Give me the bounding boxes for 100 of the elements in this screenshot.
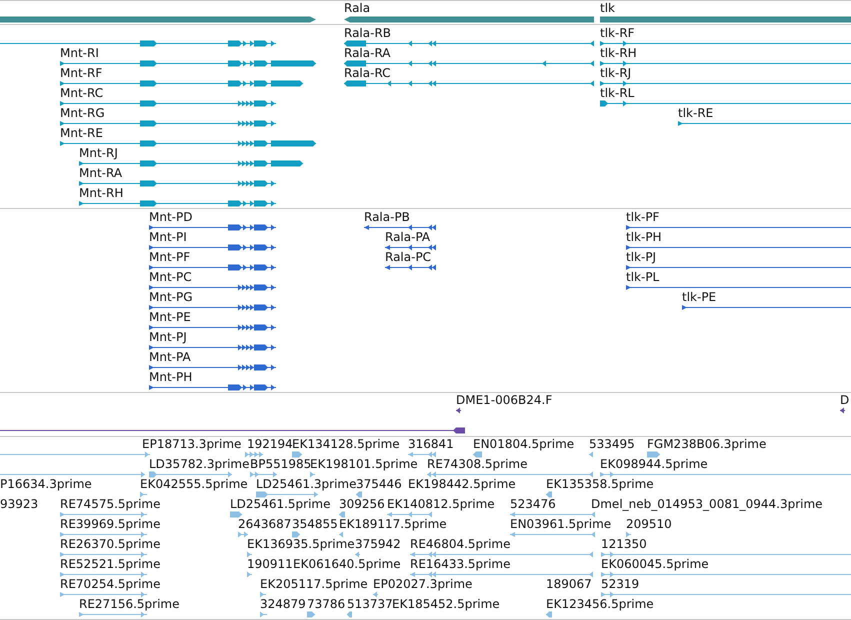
est-alignment[interactable] (60, 591, 147, 598)
transcript-model[interactable] (344, 40, 594, 47)
est-alignment[interactable] (387, 511, 432, 518)
est-alignment[interactable] (149, 471, 232, 478)
est-alignment[interactable] (339, 531, 343, 538)
est-alignment[interactable] (600, 471, 851, 478)
est-label: 73786 (307, 597, 346, 611)
protein-model[interactable] (682, 304, 851, 311)
transcript-model[interactable] (60, 120, 276, 127)
est-alignment[interactable] (339, 511, 345, 518)
est-alignment[interactable] (546, 611, 552, 618)
est-alignment[interactable] (601, 591, 851, 598)
gene-bar[interactable] (344, 16, 594, 23)
est-alignment[interactable] (60, 571, 147, 578)
est-label: EK135358.5prime (546, 477, 654, 491)
protein-model[interactable] (149, 344, 276, 351)
protein-model[interactable] (626, 284, 851, 291)
protein-model[interactable] (149, 284, 276, 291)
transcript-model[interactable] (600, 60, 851, 67)
est-alignment[interactable] (410, 551, 593, 558)
transcript-model[interactable] (79, 180, 276, 187)
est-alignment[interactable] (0, 471, 145, 478)
est-alignment[interactable] (60, 551, 147, 558)
protein-model[interactable] (626, 244, 851, 251)
est-label: RE74308.5prime (427, 457, 528, 471)
clone-alignment[interactable] (840, 407, 845, 414)
est-alignment[interactable] (626, 531, 631, 538)
transcript-model[interactable] (600, 100, 851, 107)
est-alignment[interactable] (355, 551, 360, 558)
est-alignment[interactable] (60, 511, 147, 518)
est-alignment[interactable] (260, 591, 266, 598)
est-alignment[interactable] (473, 451, 482, 458)
protein-model[interactable] (149, 304, 276, 311)
est-alignment[interactable] (589, 451, 593, 458)
est-alignment[interactable] (410, 571, 593, 578)
est-alignment[interactable] (347, 611, 352, 618)
est-alignment[interactable] (250, 471, 277, 478)
transcript-model[interactable] (344, 80, 594, 87)
protein-model[interactable] (149, 364, 276, 371)
clone-alignment[interactable] (0, 427, 465, 434)
transcript-model[interactable] (60, 100, 276, 107)
est-alignment[interactable] (601, 571, 851, 578)
transcript-model[interactable] (60, 140, 316, 147)
est-label: EK123456.5prime (546, 597, 654, 611)
est-alignment[interactable] (546, 491, 552, 498)
est-alignment[interactable] (260, 611, 267, 618)
clone-alignment[interactable] (456, 407, 461, 414)
protein-label: tlk-PL (626, 270, 660, 284)
protein-model[interactable] (149, 384, 276, 391)
est-alignment[interactable] (247, 551, 252, 558)
protein-model[interactable] (385, 244, 436, 251)
transcript-model[interactable] (79, 200, 276, 207)
transcript-model[interactable] (79, 160, 303, 167)
transcript-model[interactable] (60, 80, 303, 87)
est-alignment[interactable] (256, 491, 318, 498)
transcript-model[interactable] (600, 40, 851, 47)
est-alignment[interactable] (307, 611, 315, 618)
est-label: BP551985 (250, 457, 312, 471)
est-alignment[interactable] (510, 511, 595, 518)
est-alignment[interactable] (647, 451, 660, 458)
protein-label: Mnt-PG (149, 290, 193, 304)
transcript-model[interactable] (344, 60, 594, 67)
transcript-model[interactable] (678, 120, 851, 127)
protein-model[interactable] (385, 264, 436, 271)
transcript-model[interactable] (60, 60, 316, 67)
protein-model[interactable] (626, 224, 851, 231)
est-label: EK198442.5prime (408, 477, 516, 491)
est-alignment[interactable] (601, 551, 851, 558)
gene-bar[interactable] (0, 16, 316, 23)
est-alignment[interactable] (247, 571, 252, 578)
est-alignment[interactable] (0, 451, 150, 458)
gene-bar[interactable] (600, 16, 851, 23)
est-label: 52319 (601, 577, 640, 591)
est-alignment[interactable] (292, 451, 302, 458)
est-alignment[interactable] (140, 491, 147, 498)
est-alignment[interactable] (79, 611, 147, 618)
est-alignment[interactable] (60, 531, 147, 538)
protein-model[interactable] (149, 324, 276, 331)
protein-model[interactable] (626, 264, 851, 271)
protein-model[interactable] (149, 264, 276, 271)
transcript-model[interactable] (600, 80, 851, 87)
est-alignment[interactable] (356, 491, 362, 498)
protein-model[interactable] (364, 224, 436, 231)
est-alignment[interactable] (373, 591, 378, 598)
est-alignment[interactable] (245, 451, 263, 458)
est-label: EK189117.5prime (339, 517, 447, 531)
est-alignment[interactable] (408, 451, 436, 458)
est-label: EK140812.5prime (387, 497, 495, 511)
protein-label: Mnt-PD (149, 210, 192, 224)
protein-model[interactable] (149, 224, 276, 231)
est-alignment[interactable] (310, 471, 315, 478)
protein-model[interactable] (149, 244, 276, 251)
est-alignment[interactable] (292, 531, 300, 538)
est-label: RE74575.5prime (60, 497, 160, 511)
est-alignment[interactable] (427, 471, 593, 478)
est-label: EN03961.5prime (510, 517, 612, 531)
est-alignment[interactable] (510, 531, 595, 538)
est-alignment[interactable] (230, 511, 242, 518)
transcript-model[interactable] (0, 40, 276, 47)
est-alignment[interactable] (238, 531, 248, 538)
